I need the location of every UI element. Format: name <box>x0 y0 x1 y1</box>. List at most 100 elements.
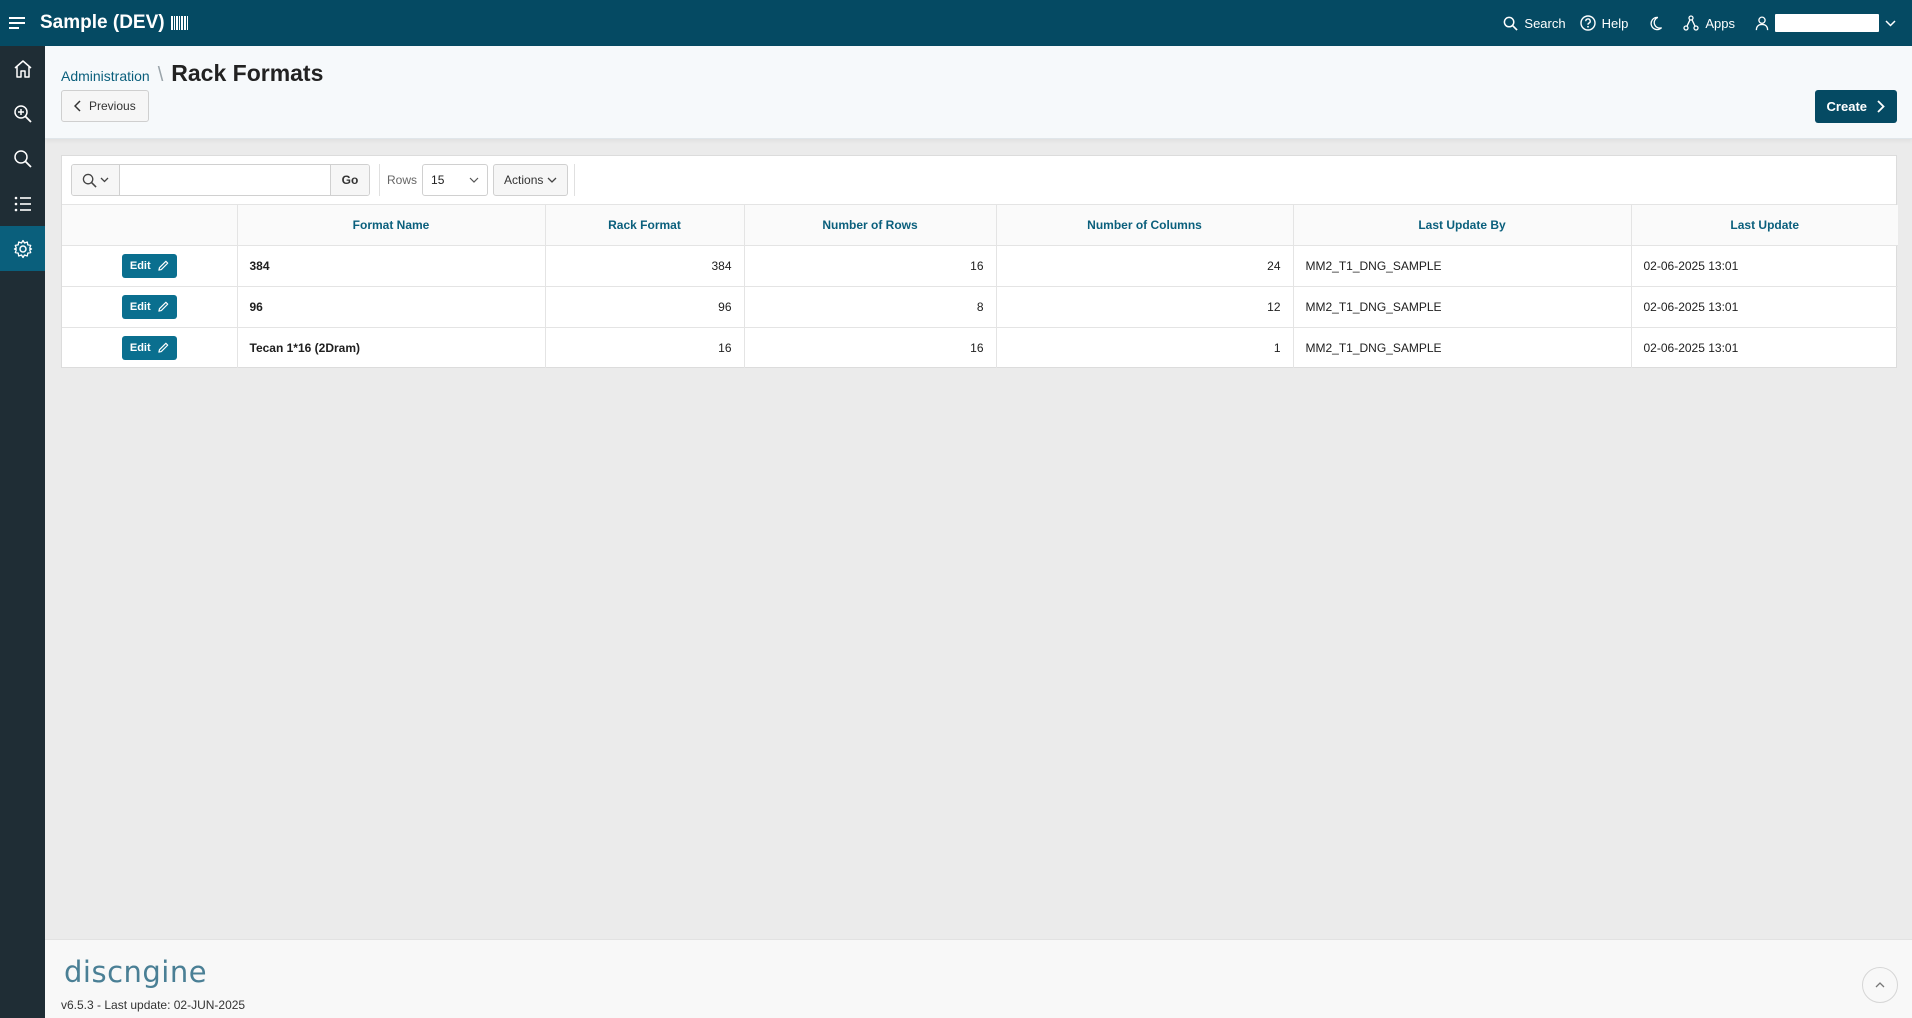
search-group: Go <box>71 164 370 196</box>
toolbar-divider <box>574 164 576 196</box>
edit-cell: Edit <box>62 286 238 328</box>
edit-button-label: Edit <box>129 259 151 272</box>
cell-format-name: Tecan 1*16 (2Dram) <box>237 327 546 368</box>
scroll-to-top-button[interactable] <box>1862 967 1898 1003</box>
column-header-number-of-columns[interactable]: Number of Columns <box>996 205 1294 246</box>
go-button[interactable]: Go <box>330 165 369 195</box>
sidebar-item-search[interactable] <box>0 136 45 181</box>
home-icon <box>14 59 31 78</box>
rack-formats-report: Go Rows 15 Actions Format Name Rack Form… <box>61 155 1898 368</box>
menu-toggle-button[interactable] <box>0 0 34 46</box>
sidebar-item-zoom[interactable] <box>0 91 45 136</box>
cell-rack-format: 96 <box>545 286 745 328</box>
sidebar-item-list[interactable] <box>0 181 45 226</box>
nav-apps[interactable]: Apps <box>1683 15 1735 31</box>
moon-icon <box>1650 16 1663 30</box>
cell-last-update: 02-06-2025 13:01 <box>1631 245 1898 287</box>
pencil-icon <box>157 342 168 353</box>
apps-icon <box>1683 15 1700 31</box>
column-header-number-of-rows[interactable]: Number of Rows <box>744 205 997 246</box>
user-name-box <box>1775 14 1879 32</box>
breadcrumb-separator: \ <box>157 64 164 86</box>
cell-rack-format: 384 <box>545 245 745 287</box>
cell-last-update-by: MM2_T1_DNG_SAMPLE <box>1293 286 1632 328</box>
actions-menu-button[interactable]: Actions <box>493 164 569 196</box>
cell-last-update-by: MM2_T1_DNG_SAMPLE <box>1293 327 1632 368</box>
toolbar-divider <box>379 164 380 196</box>
sidebar-item-settings[interactable] <box>0 226 45 271</box>
table-row: Edit Tecan 1*16 (2Dram) 16 16 1 MM2_T1_D… <box>62 327 1898 368</box>
theme-toggle[interactable] <box>1648 16 1663 31</box>
help-icon <box>1579 15 1596 31</box>
edit-cell: Edit <box>62 245 238 287</box>
chevron-left-icon <box>74 100 81 112</box>
edit-button-label: Edit <box>129 300 151 313</box>
cell-format-name: 96 <box>237 286 546 328</box>
edit-button-label: Edit <box>129 341 151 354</box>
sidebar <box>0 46 45 1018</box>
zoom-in-icon <box>13 104 32 123</box>
pencil-icon <box>157 260 168 271</box>
chevron-down-icon <box>1885 19 1896 27</box>
app-title-text: Sample (DEV) <box>40 12 165 33</box>
gear-icon <box>13 239 32 258</box>
edit-button[interactable]: Edit <box>121 335 177 360</box>
cell-number-of-rows: 16 <box>744 327 997 368</box>
search-input[interactable] <box>120 165 330 195</box>
pencil-icon <box>157 301 168 312</box>
app-title[interactable]: Sample (DEV) <box>40 12 188 34</box>
cell-number-of-columns: 24 <box>996 245 1294 287</box>
cell-number-of-columns: 12 <box>996 286 1294 328</box>
nav-search-label: Search <box>1524 15 1566 31</box>
top-nav-links: Search Help Apps <box>1503 0 1896 46</box>
page-title: Rack Formats <box>171 60 324 86</box>
edit-button[interactable]: Edit <box>121 294 177 319</box>
create-button[interactable]: Create <box>1814 90 1897 123</box>
cell-last-update: 02-06-2025 13:01 <box>1631 286 1898 328</box>
rows-per-page-value: 15 <box>431 173 445 187</box>
edit-cell: Edit <box>62 327 238 368</box>
table-row: Edit 384 384 16 24 MM2_T1_DNG_SAMPLE 02-… <box>62 245 1898 287</box>
sidebar-item-home[interactable] <box>0 46 45 91</box>
column-header-format-name[interactable]: Format Name <box>237 205 546 246</box>
rows-per-page-select[interactable]: 15 <box>422 164 489 196</box>
hamburger-icon <box>9 17 25 29</box>
cell-number-of-rows: 16 <box>744 245 997 287</box>
column-header-last-update-by[interactable]: Last Update By <box>1293 205 1632 246</box>
breadcrumb-administration-link[interactable]: Administration <box>61 68 150 84</box>
nav-help-label: Help <box>1601 15 1629 31</box>
top-navigation-bar: Sample (DEV) Search Help Apps <box>0 0 1912 46</box>
page-header: Administration \ Rack Formats Previous C… <box>45 46 1912 139</box>
search-icon <box>1504 16 1519 31</box>
barcode-icon <box>170 16 188 30</box>
chevron-down-icon <box>547 177 557 183</box>
version-info: v6.5.3 - Last update: 02-JUN-2025 <box>61 998 246 1012</box>
table-row: Edit 96 96 8 12 MM2_T1_DNG_SAMPLE 02-06-… <box>62 286 1898 328</box>
search-column-menu[interactable] <box>72 165 120 195</box>
report-toolbar: Go Rows 15 Actions <box>62 156 1896 205</box>
previous-button-label: Previous <box>89 99 136 113</box>
rack-formats-table: Format Name Rack Format Number of Rows N… <box>62 205 1898 368</box>
table-header-row: Format Name Rack Format Number of Rows N… <box>62 205 1898 246</box>
column-header-rack-format[interactable]: Rack Format <box>545 205 745 246</box>
chevron-right-icon <box>1877 100 1885 113</box>
cell-last-update: 02-06-2025 13:01 <box>1643 340 1739 355</box>
user-icon <box>1755 15 1769 30</box>
create-button-label: Create <box>1826 99 1867 114</box>
discngine-logo: discngine <box>64 955 208 989</box>
footer: discngine v6.5.3 - Last update: 02-JUN-2… <box>45 939 1912 1018</box>
cell-number-of-columns: 1 <box>996 327 1294 368</box>
chevron-down-icon <box>469 177 479 183</box>
cell-last-update-by: MM2_T1_DNG_SAMPLE <box>1293 245 1632 287</box>
chevron-up-icon <box>1875 982 1885 988</box>
edit-button[interactable]: Edit <box>121 253 177 278</box>
chevron-down-icon <box>100 177 109 183</box>
nav-search[interactable]: Search <box>1503 15 1566 31</box>
nav-help[interactable]: Help <box>1579 15 1629 31</box>
column-header-last-update[interactable]: Last Update <box>1631 205 1898 246</box>
actions-label: Actions <box>504 173 544 187</box>
previous-button[interactable]: Previous <box>61 90 149 122</box>
list-icon <box>14 196 31 211</box>
user-menu[interactable] <box>1755 14 1896 32</box>
breadcrumb: Administration \ Rack Formats <box>61 60 323 87</box>
